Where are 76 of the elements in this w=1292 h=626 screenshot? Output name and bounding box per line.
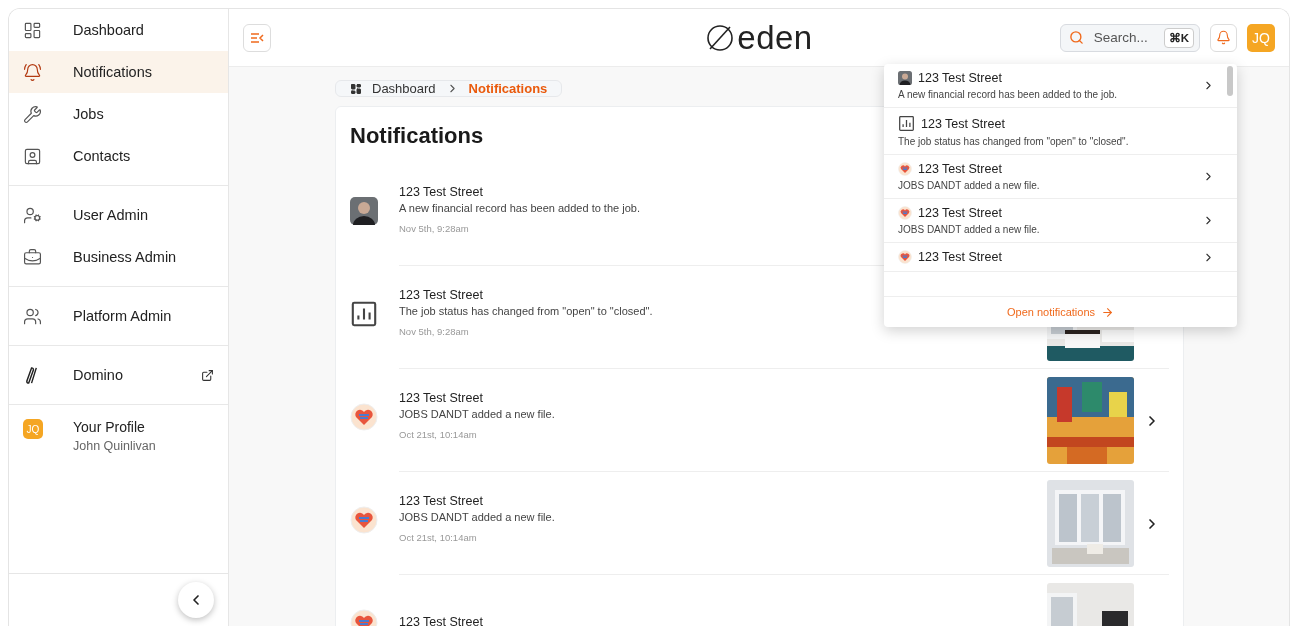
nav-item[interactable]: Contacts [9, 135, 228, 177]
search-icon [1068, 30, 1084, 45]
notification-title: 123 Test Street [399, 614, 483, 626]
notification-title: 123 Test Street [399, 494, 483, 508]
dropdown-item[interactable]: 123 Test Street The job status has changed from "open" to "closed". [884, 108, 1237, 155]
chart-icon [350, 299, 378, 328]
breadcrumb-link[interactable]: Dashboard [372, 81, 436, 96]
person-avatar-icon [350, 196, 378, 225]
collapse-button[interactable] [178, 582, 214, 618]
heart-logo-icon [898, 206, 912, 220]
notifications-button[interactable] [1210, 23, 1237, 52]
profile-name: John Quinlivan [73, 439, 156, 453]
notification-title: 123 Test Street [918, 162, 1002, 176]
users-icon [23, 306, 42, 326]
notification-title: 123 Test Street [918, 71, 1002, 85]
shortcut-key: ⌘K [1163, 27, 1194, 48]
heart-logo-icon [898, 162, 912, 176]
nav-item[interactable]: Platform Admin [9, 295, 228, 337]
notification-title: 123 Test Street [399, 185, 483, 199]
person-avatar-icon [898, 71, 912, 85]
nav-label: Business Admin [73, 249, 178, 265]
dashboard-icon [23, 20, 42, 40]
nav-item[interactable]: Business Admin [9, 236, 228, 278]
notification-message: The job status has changed from "open" to "closed". [898, 136, 1129, 147]
notification-message: JOBS DANDT added a new file. [399, 408, 555, 420]
nav-item[interactable]: User Admin [9, 194, 228, 236]
heart-logo-icon [350, 505, 378, 534]
nav-label: Notifications [73, 64, 153, 80]
user-gear-icon [23, 205, 42, 225]
notification-time: Oct 21st, 10:14am [399, 532, 477, 543]
notification-message: JOBS DANDT added a new file. [898, 180, 1040, 191]
nav-item[interactable]: Notifications [9, 51, 228, 93]
heart-logo-icon [898, 250, 912, 264]
notification-message: JOBS DANDT added a new file. [898, 224, 1040, 235]
scrollbar[interactable] [1227, 66, 1233, 96]
page-title: Notifications [350, 123, 484, 149]
slashed-circle-icon [705, 22, 736, 53]
search-bar[interactable]: Search... ⌘K [1059, 23, 1200, 52]
nav-item[interactable]: Jobs [9, 93, 228, 135]
nav-item[interactable]: Domino [9, 354, 228, 396]
dashboard-icon [350, 82, 362, 95]
notification-message: JOBS DANDT added a new file. [399, 511, 555, 523]
logo[interactable]: eden [705, 18, 813, 57]
nav-label: Contacts [73, 148, 132, 164]
dropdown-item[interactable]: 123 Test Street JOBS DANDT added a new file. [884, 155, 1237, 199]
search-field[interactable]: Search... [1091, 29, 1156, 46]
notification-message: A new financial record has been added to the job. [399, 202, 640, 214]
arrow-right-icon [1101, 305, 1115, 319]
notification-title: 123 Test Street [921, 116, 1005, 131]
dropdown-item[interactable]: 123 Test Street JOBS DANDT added a new file. [884, 199, 1237, 243]
profile-title[interactable]: Your Profile [73, 419, 156, 435]
notification-title: 123 Test Street [399, 288, 483, 302]
nav-label: Jobs [73, 106, 105, 122]
bell-icon [23, 62, 42, 82]
notification-time: Oct 21st, 10:14am [399, 429, 477, 440]
briefcase-icon [23, 247, 42, 267]
contact-icon [23, 146, 42, 166]
notification-title: 123 Test Street [399, 391, 483, 405]
nav-label: Dashboard [73, 22, 145, 38]
notification-message: The job status has changed from "open" to "closed". [399, 305, 653, 317]
heart-logo-icon [350, 402, 378, 431]
dropdown-item[interactable]: 123 Test Street [884, 243, 1237, 272]
menu-button[interactable] [243, 23, 271, 52]
notification-time: Nov 5th, 9:28am [399, 223, 469, 234]
nav-item[interactable]: Dashboard [9, 9, 228, 51]
nav-label: User Admin [73, 207, 149, 223]
bell-icon [1216, 30, 1231, 45]
nav-label: Platform Admin [73, 308, 173, 324]
notification-time: Nov 5th, 9:28am [399, 326, 469, 337]
notification-message: A new financial record has been added to the job. [898, 89, 1118, 100]
wrench-icon [23, 104, 42, 124]
collapse-menu-icon [250, 31, 264, 44]
notification-title: 123 Test Street [918, 250, 1002, 264]
chart-icon [898, 115, 915, 132]
notification-title: 123 Test Street [918, 206, 1002, 220]
nav-label: Domino [73, 367, 124, 383]
